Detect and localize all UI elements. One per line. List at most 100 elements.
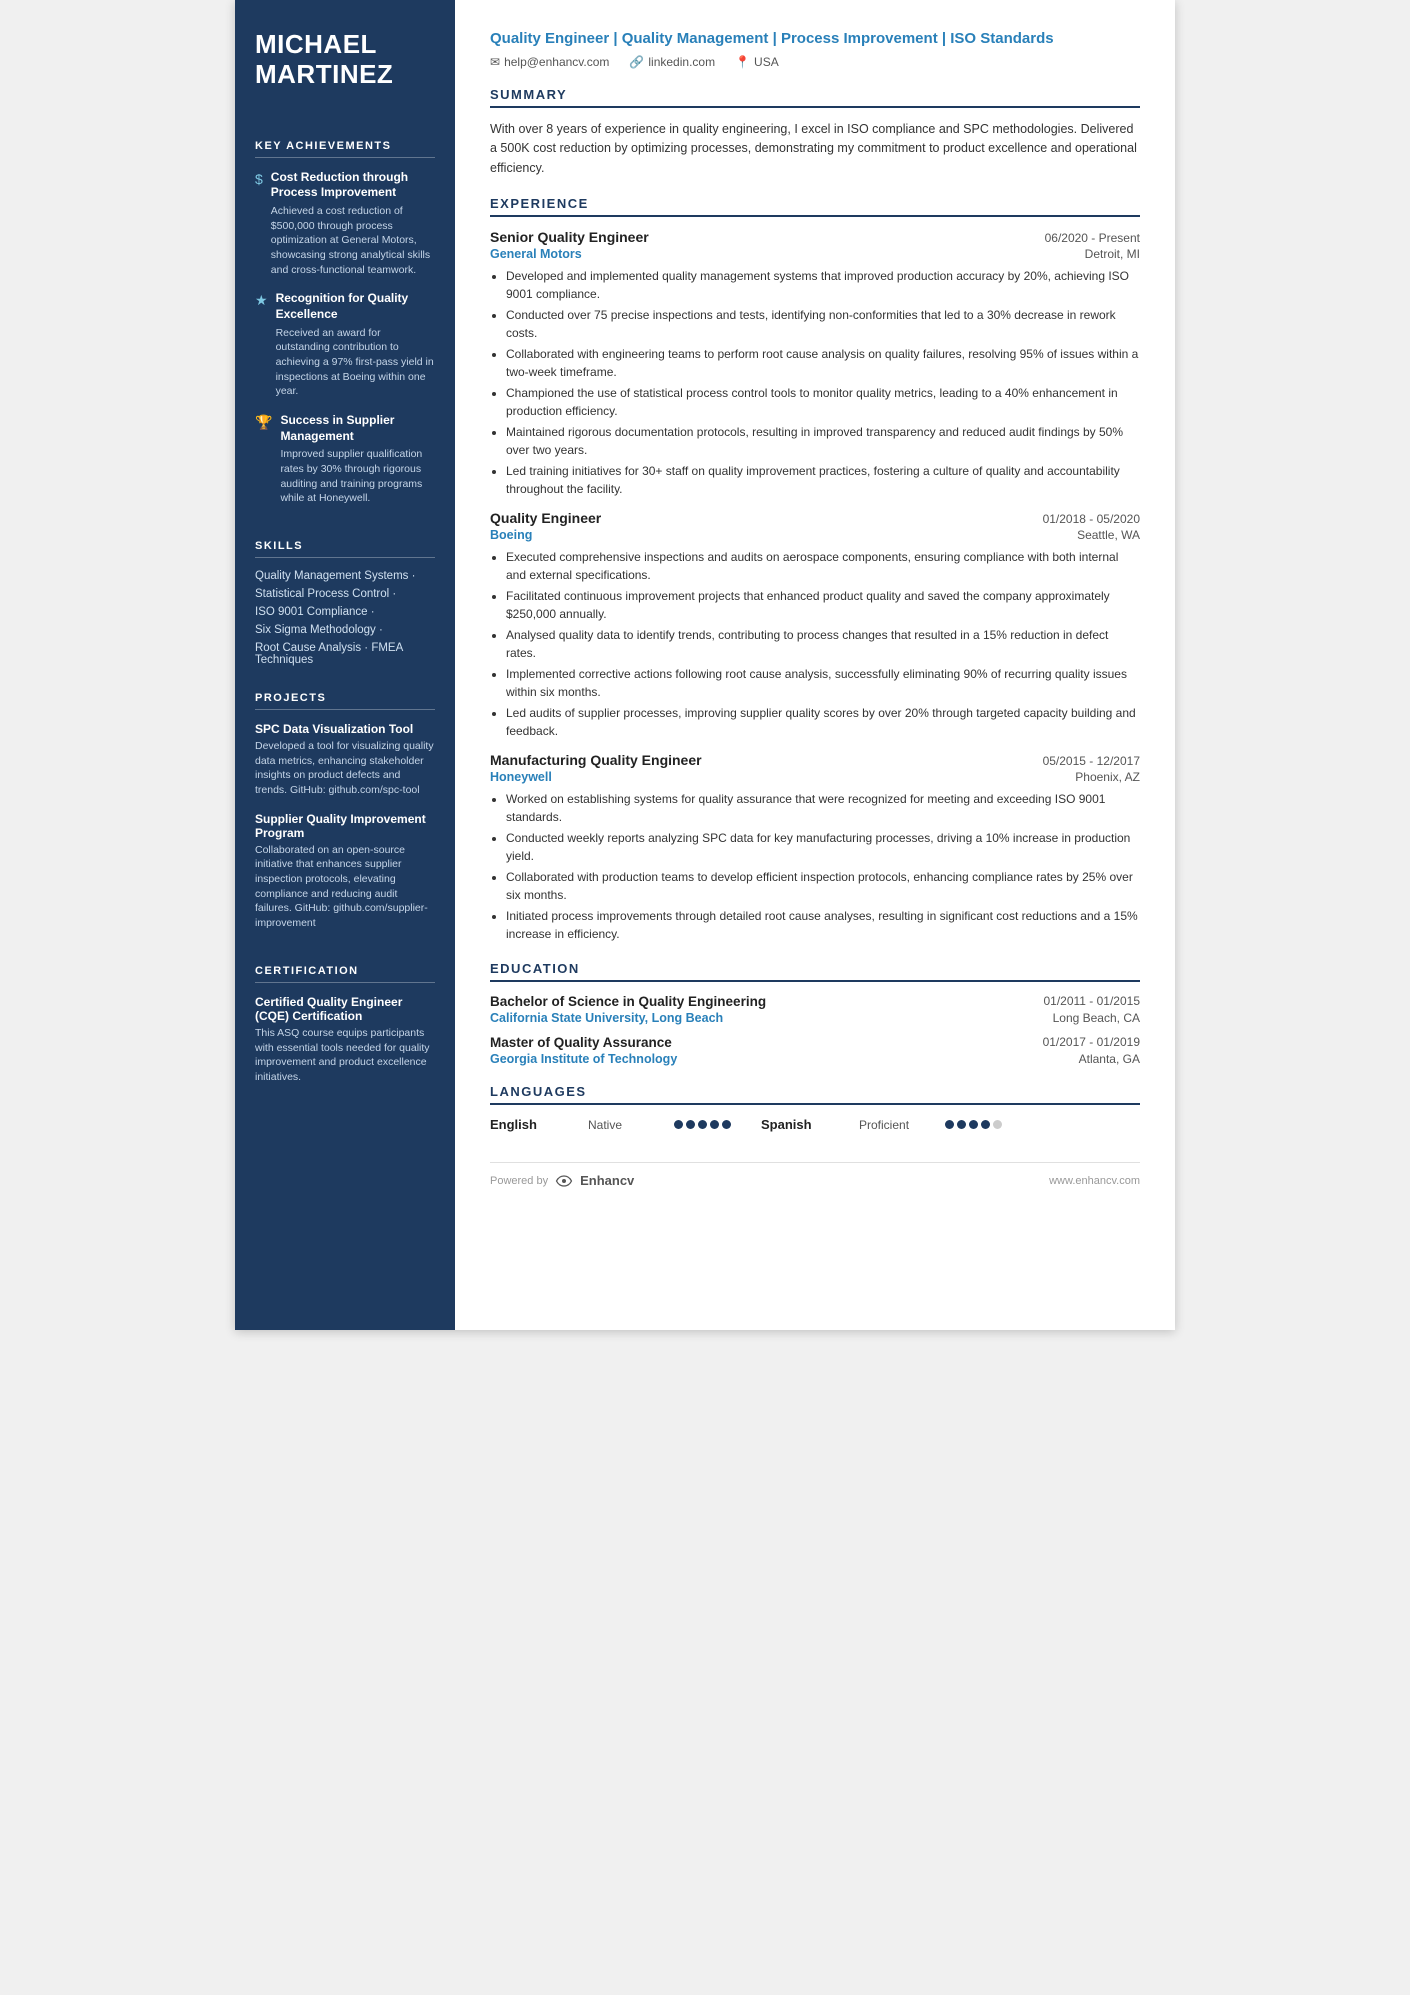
achievement-1-title: Cost Reduction through Process Improveme… <box>271 170 435 201</box>
footer-website: www.enhancv.com <box>1049 1175 1140 1187</box>
skill-1: Quality Management Systems · <box>255 570 435 582</box>
candidate-name: MICHAELMARTINEZ <box>255 30 435 90</box>
edu-2-header: Master of Quality Assurance 01/2017 - 01… <box>490 1035 1140 1050</box>
achievement-3: 🏆 Success in Supplier Management Improve… <box>255 413 435 506</box>
project-2-desc: Collaborated on an open-source initiativ… <box>255 843 435 931</box>
email-value: help@enhancv.com <box>504 55 609 69</box>
location-value: USA <box>754 55 779 69</box>
exp-1-header: Senior Quality Engineer 06/2020 - Presen… <box>490 229 1140 245</box>
dot <box>969 1120 978 1129</box>
education-2: Master of Quality Assurance 01/2017 - 01… <box>490 1035 1140 1066</box>
achievement-3-title: Success in Supplier Management <box>280 413 435 444</box>
exp-3-bullet-2: Conducted weekly reports analyzing SPC d… <box>506 829 1140 865</box>
exp-1-bullet-4: Championed the use of statistical proces… <box>506 384 1140 420</box>
dot <box>993 1120 1002 1129</box>
skill-2: Statistical Process Control · <box>255 588 435 600</box>
location-icon: 📍 <box>735 55 750 69</box>
dot <box>710 1120 719 1129</box>
exp-3-company-line: Honeywell Phoenix, AZ <box>490 770 1140 784</box>
lang-english-name: English <box>490 1117 580 1132</box>
exp-2-company-line: Boeing Seattle, WA <box>490 528 1140 542</box>
edu-2-school: Georgia Institute of Technology <box>490 1052 677 1066</box>
languages-section-title: LANGUAGES <box>490 1084 1140 1105</box>
main-title: Quality Engineer | Quality Management | … <box>490 30 1140 47</box>
email-contact: ✉ help@enhancv.com <box>490 55 609 69</box>
exp-1-location: Detroit, MI <box>1085 247 1140 261</box>
projects-section-title: PROJECTS <box>255 692 435 710</box>
exp-3-location: Phoenix, AZ <box>1075 770 1140 784</box>
achievement-1: $ Cost Reduction through Process Improve… <box>255 170 435 278</box>
project-1: SPC Data Visualization Tool Developed a … <box>255 722 435 798</box>
summary-text: With over 8 years of experience in quali… <box>490 120 1140 178</box>
footer-left: Powered by Enhancv <box>490 1173 634 1188</box>
exp-2-bullet-4: Implemented corrective actions following… <box>506 665 1140 701</box>
contact-line: ✉ help@enhancv.com 🔗 linkedin.com 📍 USA <box>490 55 1140 69</box>
exp-2-bullet-3: Analysed quality data to identify trends… <box>506 626 1140 662</box>
dot <box>957 1120 966 1129</box>
edu-1-header: Bachelor of Science in Quality Engineeri… <box>490 994 1140 1009</box>
exp-1-company: General Motors <box>490 247 582 261</box>
achievements-section-title: KEY ACHIEVEMENTS <box>255 140 435 158</box>
experience-section-title: EXPERIENCE <box>490 196 1140 217</box>
edu-1-date: 01/2011 - 01/2015 <box>1043 994 1140 1009</box>
exp-2-bullet-1: Executed comprehensive inspections and a… <box>506 548 1140 584</box>
project-1-desc: Developed a tool for visualizing quality… <box>255 739 435 798</box>
brand-name: Enhancv <box>580 1173 634 1188</box>
achievement-2-title: Recognition for Quality Excellence <box>276 291 435 322</box>
skill-4: Six Sigma Methodology · <box>255 624 435 636</box>
project-1-title: SPC Data Visualization Tool <box>255 722 435 736</box>
education-1: Bachelor of Science in Quality Engineeri… <box>490 994 1140 1025</box>
exp-2-job-title: Quality Engineer <box>490 510 601 526</box>
page-footer: Powered by Enhancv www.enhancv.com <box>490 1162 1140 1188</box>
cert-title: Certified Quality Engineer (CQE) Certifi… <box>255 995 435 1023</box>
star-icon: ★ <box>255 292 268 399</box>
email-icon: ✉ <box>490 55 500 69</box>
linkedin-icon: 🔗 <box>629 55 644 69</box>
exp-3-bullet-1: Worked on establishing systems for quali… <box>506 790 1140 826</box>
linkedin-value: linkedin.com <box>648 55 715 69</box>
lang-spanish-level: Proficient <box>859 1118 929 1132</box>
exp-2-bullet-2: Facilitated continuous improvement proje… <box>506 587 1140 623</box>
lang-english-dots <box>674 1120 731 1129</box>
main-content: Quality Engineer | Quality Management | … <box>455 0 1175 1330</box>
education-section-title: EDUCATION <box>490 961 1140 982</box>
dot <box>981 1120 990 1129</box>
resume-container: MICHAELMARTINEZ KEY ACHIEVEMENTS $ Cost … <box>235 0 1175 1330</box>
exp-2-company: Boeing <box>490 528 532 542</box>
summary-section-title: SUMMARY <box>490 87 1140 108</box>
lang-spanish-name: Spanish <box>761 1117 851 1132</box>
exp-3-header: Manufacturing Quality Engineer 05/2015 -… <box>490 752 1140 768</box>
edu-2-degree: Master of Quality Assurance <box>490 1035 672 1050</box>
exp-2-location: Seattle, WA <box>1077 528 1140 542</box>
language-english: English Native <box>490 1117 731 1132</box>
experience-1: Senior Quality Engineer 06/2020 - Presen… <box>490 229 1140 498</box>
edu-1-school-line: California State University, Long Beach … <box>490 1011 1140 1025</box>
linkedin-contact: 🔗 linkedin.com <box>629 55 715 69</box>
edu-2-school-line: Georgia Institute of Technology Atlanta,… <box>490 1052 1140 1066</box>
exp-1-bullet-3: Collaborated with engineering teams to p… <box>506 345 1140 381</box>
powered-by-label: Powered by <box>490 1175 548 1187</box>
main-header: Quality Engineer | Quality Management | … <box>490 30 1140 69</box>
exp-3-date: 05/2015 - 12/2017 <box>1043 754 1140 768</box>
exp-1-bullet-5: Maintained rigorous documentation protoc… <box>506 423 1140 459</box>
dollar-icon: $ <box>255 171 263 278</box>
project-2: Supplier Quality Improvement Program Col… <box>255 812 435 931</box>
experience-3: Manufacturing Quality Engineer 05/2015 -… <box>490 752 1140 943</box>
exp-2-header: Quality Engineer 01/2018 - 05/2020 <box>490 510 1140 526</box>
dot <box>698 1120 707 1129</box>
lang-spanish-dots <box>945 1120 1002 1129</box>
exp-1-date: 06/2020 - Present <box>1045 231 1140 245</box>
exp-1-job-title: Senior Quality Engineer <box>490 229 649 245</box>
exp-3-bullets: Worked on establishing systems for quali… <box>490 790 1140 943</box>
exp-2-date: 01/2018 - 05/2020 <box>1043 512 1140 526</box>
exp-1-bullets: Developed and implemented quality manage… <box>490 267 1140 498</box>
exp-1-bullet-6: Led training initiatives for 30+ staff o… <box>506 462 1140 498</box>
project-2-title: Supplier Quality Improvement Program <box>255 812 435 840</box>
exp-3-bullet-3: Collaborated with production teams to de… <box>506 868 1140 904</box>
achievement-2-desc: Received an award for outstanding contri… <box>276 326 435 399</box>
edu-1-location: Long Beach, CA <box>1053 1011 1140 1025</box>
experience-2: Quality Engineer 01/2018 - 05/2020 Boein… <box>490 510 1140 740</box>
edu-2-date: 01/2017 - 01/2019 <box>1043 1035 1140 1050</box>
achievement-3-desc: Improved supplier qualification rates by… <box>280 447 435 506</box>
edu-1-school: California State University, Long Beach <box>490 1011 723 1025</box>
